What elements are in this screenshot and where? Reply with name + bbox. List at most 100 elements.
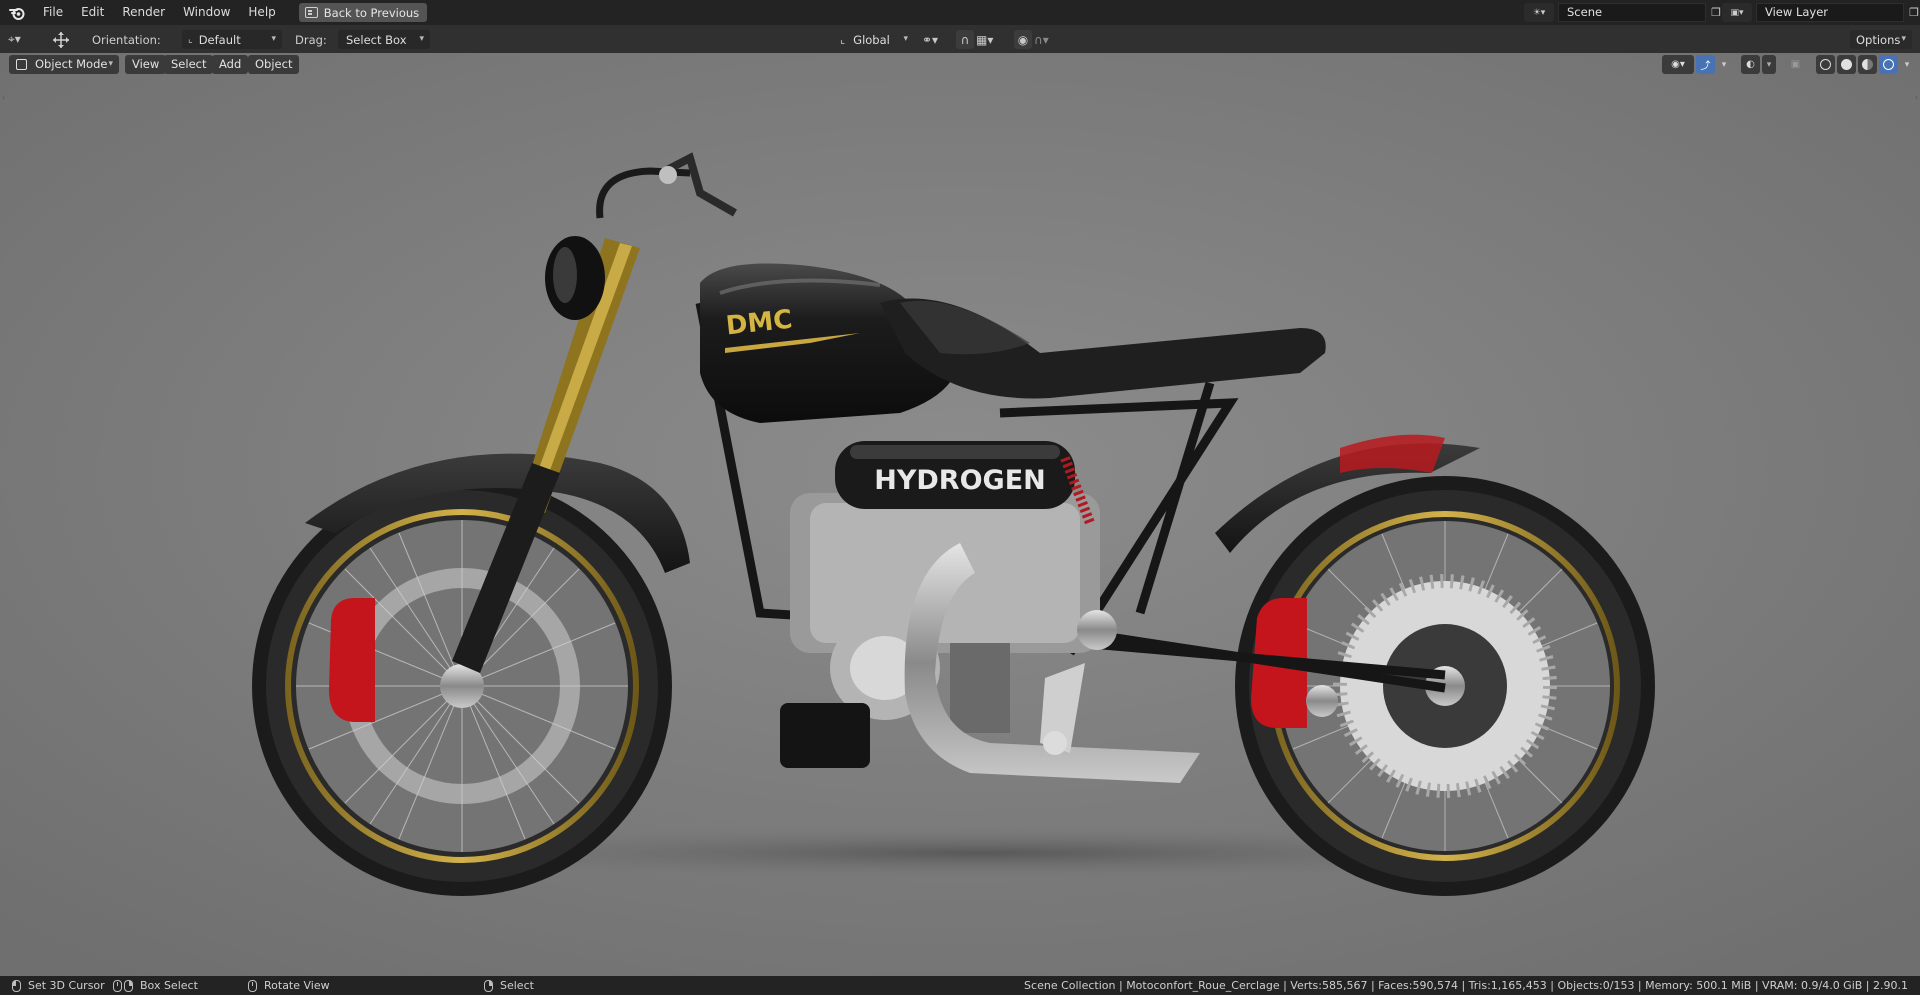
viewport-render: HYDROGEN DMC	[0, 53, 1920, 976]
view-menu[interactable]: View	[125, 55, 167, 74]
viewport-header: Object Mode ▾ View Select Add Object ◉▾ …	[0, 53, 1920, 77]
gizmo-icon: ⤴	[1700, 61, 1711, 72]
pivot-point-dropdown[interactable]: ⚭▾	[922, 30, 952, 49]
xray-icon: ▣	[1790, 59, 1801, 70]
snap-target-dropdown[interactable]: ▦▾	[976, 30, 1006, 49]
orientation-dropdown[interactable]: ⌞ Default ▾	[182, 30, 282, 49]
options-dropdown[interactable]: Options ▾	[1850, 30, 1912, 49]
chevron-down-icon: ▾	[1901, 34, 1906, 44]
scene-statistics: Scene Collection | Motoconfort_Roue_Cerc…	[1024, 979, 1908, 992]
material-preview-button[interactable]	[1858, 55, 1877, 74]
transform-orientation-dropdown[interactable]: ⌞ Global ▾	[834, 30, 914, 49]
drag-value: Select Box	[346, 32, 407, 47]
add-menu[interactable]: Add	[212, 55, 249, 74]
blender-logo-icon[interactable]	[0, 0, 34, 25]
menu-window[interactable]: Window	[174, 0, 239, 25]
transform-tool-icon[interactable]	[50, 30, 74, 49]
back-to-previous-button[interactable]: Back to Previous	[298, 3, 428, 22]
menu-help[interactable]: Help	[239, 0, 284, 25]
object-mode-icon	[16, 59, 27, 70]
mouse-left-icon	[12, 979, 21, 992]
engine-label-text: HYDROGEN	[874, 465, 1046, 496]
global-axis-icon: ⌞	[840, 33, 846, 46]
object-mode-dropdown[interactable]: Object Mode ▾	[9, 55, 119, 74]
select-menu[interactable]: Select	[164, 55, 214, 74]
hint-box-select: Box Select	[140, 979, 198, 992]
orientation-label: Orientation:	[92, 32, 161, 47]
hint-rotate-view: Rotate View	[264, 979, 330, 992]
hint-set-3d-cursor: Set 3D Cursor	[28, 979, 105, 992]
wireframe-sphere-icon	[1820, 59, 1831, 70]
front-wheel	[252, 476, 672, 896]
material-sphere-icon	[1862, 59, 1873, 70]
rendered-sphere-icon	[1883, 59, 1894, 70]
back-to-previous-label: Back to Previous	[323, 5, 420, 20]
gizmo-dropdown[interactable]: ▾	[1717, 55, 1731, 74]
mouse-right-icon	[484, 979, 493, 992]
gizmo-toggle[interactable]: ⤴	[1696, 55, 1715, 74]
orientation-value: Default	[198, 32, 241, 47]
right-region-toggle[interactable]: ‹	[1915, 93, 1918, 102]
mouse-middle-icon	[248, 979, 257, 992]
object-mode-label: Object Mode	[35, 57, 108, 71]
menu-edit[interactable]: Edit	[72, 0, 113, 25]
editor-type-dropdown[interactable]: ⌖▾	[8, 30, 40, 49]
top-menu-bar: File Edit Render Window Help Back to Pre…	[0, 0, 1920, 25]
engine-sump	[780, 703, 870, 768]
overlays-toggle[interactable]: ◐	[1741, 55, 1760, 74]
transform-orientation-value: Global	[853, 32, 890, 47]
object-menu[interactable]: Object	[248, 55, 300, 74]
chevron-down-icon: ▾	[1721, 59, 1727, 70]
front-brake-caliper	[329, 598, 375, 722]
proportional-editing-toggle[interactable]: ◉	[1014, 30, 1032, 49]
new-view-layer-icon[interactable]: ❐	[1904, 3, 1920, 22]
solid-sphere-icon	[1841, 59, 1852, 70]
chevron-down-icon: ▾	[419, 34, 424, 44]
scene-browse-icon[interactable]: ☀▾	[1524, 3, 1554, 22]
chevron-down-icon: ▾	[108, 59, 113, 69]
falloff-curve-icon: ∩▾	[1034, 32, 1049, 47]
xray-toggle[interactable]: ▣	[1786, 55, 1805, 74]
scene-selector: ☀▾ Scene ❐ ✕	[1524, 3, 1746, 22]
axis-icon: ⌞	[188, 34, 193, 45]
solid-shading-button[interactable]	[1837, 55, 1856, 74]
mouse-drag-icon	[113, 979, 122, 992]
snap-toggle[interactable]: ∩	[956, 30, 974, 49]
menu-render[interactable]: Render	[113, 0, 174, 25]
overlays-icon: ◐	[1746, 59, 1755, 70]
hydrogen-tank: HYDROGEN	[835, 441, 1075, 509]
drag-label: Drag:	[295, 32, 327, 47]
chevron-down-icon: ▾	[271, 34, 276, 44]
3d-viewport[interactable]: HYDROGEN DMC Object Mode ▾ View Select A…	[0, 53, 1920, 976]
chevron-down-icon: ▾	[1766, 59, 1772, 70]
chevron-down-icon: ▾	[1904, 59, 1910, 70]
chevron-down-icon: ▾	[903, 34, 908, 44]
shading-dropdown[interactable]: ▾	[1900, 55, 1914, 74]
shading-mode-group: ▾	[1816, 55, 1914, 74]
snap-grid-icon: ▦▾	[976, 32, 994, 47]
mouse-right-icon	[124, 979, 133, 992]
visibility-gizmo-group: ◉▾ ⤴ ▾ ◐ ▾ ▣	[1662, 55, 1805, 74]
options-label: Options	[1856, 32, 1901, 47]
status-bar: Set 3D Cursor Box Select Rotate View Sel…	[0, 976, 1920, 995]
left-region-toggle[interactable]: ›	[2, 93, 5, 102]
view-layer-browse-icon[interactable]: ▣▾	[1722, 3, 1752, 22]
scene-name-field[interactable]: Scene	[1558, 3, 1706, 22]
editor-type-icon: ⌖▾	[8, 32, 21, 46]
menu-file[interactable]: File	[34, 0, 72, 25]
proportional-icon: ◉	[1017, 32, 1029, 47]
screen-icon	[304, 7, 318, 18]
overlays-dropdown[interactable]: ▾	[1762, 55, 1776, 74]
pivot-point-icon: ⚭▾	[922, 32, 939, 47]
hint-select: Select	[500, 979, 534, 992]
drag-dropdown[interactable]: Select Box ▾	[338, 30, 430, 49]
proportional-falloff-dropdown[interactable]: ∩▾	[1034, 30, 1064, 49]
swingarm-pivot	[1077, 610, 1117, 650]
wireframe-shading-button[interactable]	[1816, 55, 1835, 74]
rendered-shading-button[interactable]	[1879, 55, 1898, 74]
view-layer-name-field[interactable]: View Layer	[1756, 3, 1904, 22]
tool-header: ⌖▾ Orientation: ⌞ Default ▾ Drag: Select…	[0, 25, 1920, 53]
visibility-dropdown[interactable]: ◉▾	[1662, 55, 1694, 74]
magnet-icon: ∩	[960, 32, 970, 47]
view-layer-selector: ▣▾ View Layer ❐ ✕	[1722, 3, 1920, 22]
